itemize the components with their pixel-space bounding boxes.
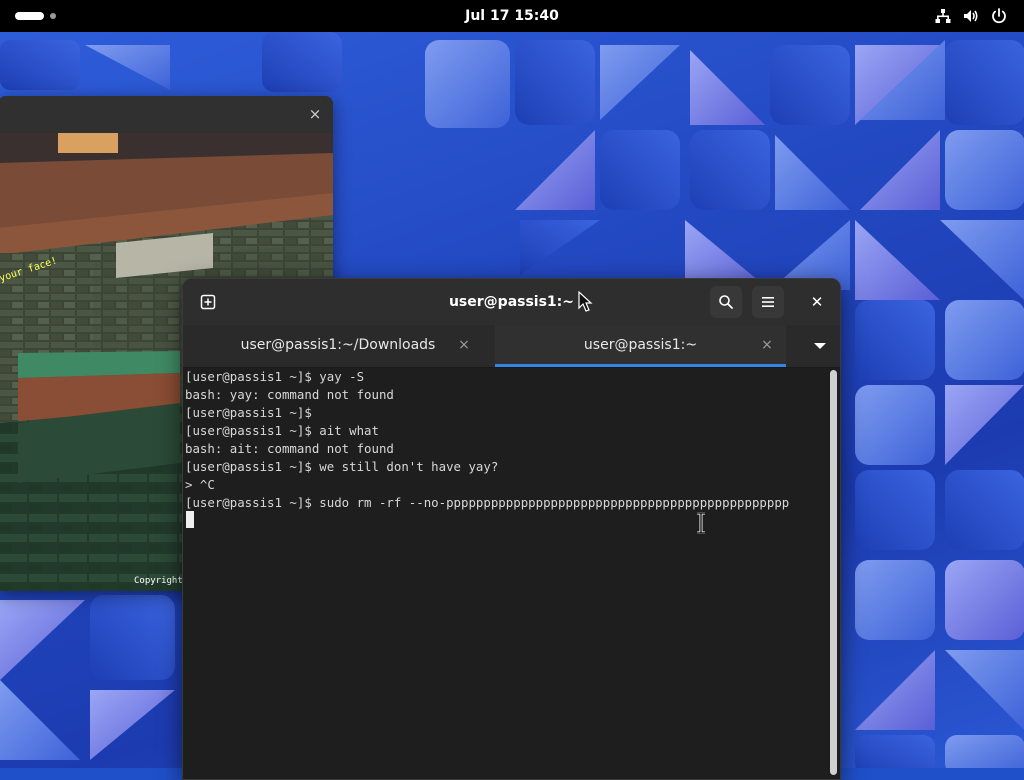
- tab-label: user@passis1:~/Downloads: [240, 337, 436, 353]
- workspace-dot[interactable]: [50, 13, 56, 19]
- tab-bar: user@passis1:~/Downloads × user@passis1:…: [183, 325, 840, 368]
- active-tab-indicator: [495, 364, 786, 367]
- scrollbar[interactable]: [828, 368, 840, 779]
- terminal-window[interactable]: user@passis1:~ ✕ user@passis1:~/Download…: [182, 278, 841, 780]
- close-window-button[interactable]: ✕: [804, 289, 830, 315]
- game-window-header[interactable]: ×: [0, 96, 333, 134]
- text-cursor: [186, 511, 194, 528]
- terminal-line: [user@passis1 ~]$ ait what: [185, 423, 379, 438]
- top-bar: Jul 17 15:40: [0, 0, 1024, 32]
- hamburger-menu-icon: [762, 297, 774, 307]
- tab-close-icon[interactable]: ×: [454, 325, 474, 365]
- clock[interactable]: Jul 17 15:40: [412, 0, 612, 32]
- tab-close-icon[interactable]: ×: [757, 325, 777, 365]
- terminal-line: [user@passis1 ~]$: [185, 405, 312, 420]
- main-menu-button[interactable]: [752, 286, 784, 318]
- terminal-line: bash: ait: command not found: [185, 441, 394, 456]
- terminal-output[interactable]: [user@passis1 ~]$ yay -S bash: yay: comm…: [183, 368, 828, 779]
- terminal-line: bash: yay: command not found: [185, 387, 394, 402]
- activities-workspace-indicator[interactable]: [15, 12, 44, 20]
- search-icon: [719, 295, 733, 309]
- terminal-line: > ^C: [185, 477, 215, 492]
- terminal-header-bar[interactable]: user@passis1:~ ✕: [183, 279, 840, 325]
- game-window-close-button[interactable]: ×: [305, 104, 325, 124]
- terminal-line: [user@passis1 ~]$ sudo rm -rf --no-ppppp…: [185, 495, 790, 510]
- terminal-line: [user@passis1 ~]$ yay -S: [185, 369, 365, 384]
- tab-downloads[interactable]: user@passis1:~/Downloads ×: [183, 325, 493, 367]
- power-icon[interactable]: [990, 7, 1008, 25]
- tab-label: user@passis1:~: [583, 337, 698, 353]
- text-ibeam-cursor-icon: [697, 512, 705, 534]
- game-copyright-text: Copyright: [134, 576, 183, 586]
- terminal-line: [user@passis1 ~]$ we still don't have ya…: [185, 459, 499, 474]
- new-tab-icon: [200, 294, 216, 310]
- search-button[interactable]: [710, 286, 742, 318]
- tab-home[interactable]: user@passis1:~ ×: [495, 325, 786, 367]
- volume-icon[interactable]: [962, 7, 980, 25]
- scrollbar-thumb[interactable]: [830, 370, 837, 775]
- mouse-pointer-icon: [578, 291, 593, 312]
- network-icon[interactable]: [934, 7, 952, 25]
- chevron-down-icon[interactable]: [808, 334, 832, 358]
- new-tab-button[interactable]: [192, 286, 224, 318]
